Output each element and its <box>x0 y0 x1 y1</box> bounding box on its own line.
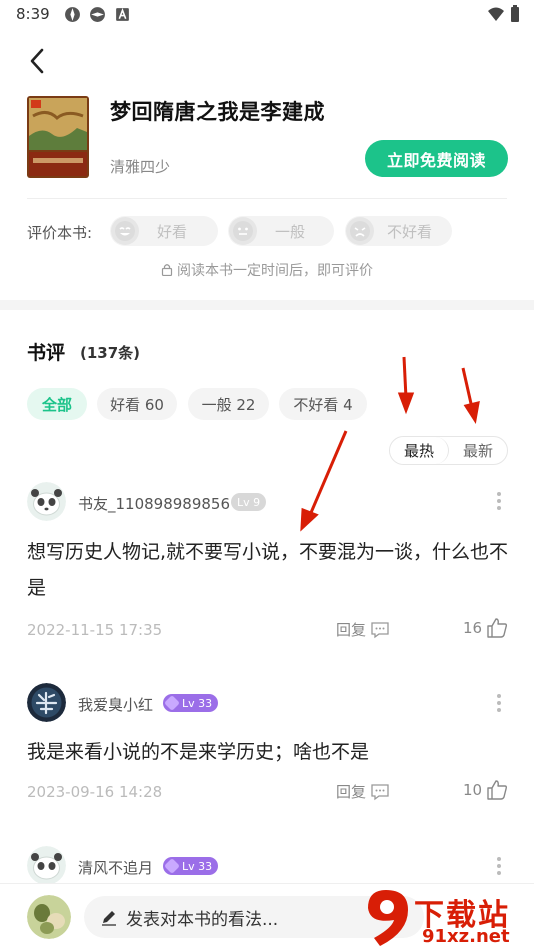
more-options-icon[interactable] <box>492 490 506 512</box>
rate-bad-label: 不好看 <box>387 222 433 241</box>
avatar[interactable] <box>27 846 66 885</box>
review-date: 2022-11-15 17:35 <box>27 621 163 639</box>
status-bar: 8:39 <box>0 0 534 28</box>
thumbs-up-icon <box>487 780 508 800</box>
rate-neutral-label: 一般 <box>275 222 306 241</box>
comment-icon <box>371 783 389 800</box>
pencil-icon <box>102 911 116 926</box>
comment-icon <box>371 621 389 638</box>
filter-bad[interactable]: 不好看 4 <box>279 388 367 420</box>
divider <box>27 198 507 199</box>
reply-label: 回复 <box>336 621 367 639</box>
filter-neutral[interactable]: 一般 22 <box>188 388 269 420</box>
app-notification-icon <box>64 6 80 22</box>
read-free-button[interactable]: 立即免费阅读 <box>365 140 508 177</box>
rate-neutral-button[interactable]: 一般 <box>228 216 334 246</box>
watermark-bottom: 91xz.net <box>422 926 510 947</box>
rate-bad-button[interactable]: 不好看 <box>345 216 452 246</box>
filter-all[interactable]: 全部 <box>27 388 87 420</box>
avatar[interactable] <box>27 683 66 722</box>
level-hex-icon <box>164 695 180 711</box>
reply-button[interactable]: 回复 <box>336 781 390 802</box>
level-badge: Lv 9 <box>231 493 267 511</box>
reviews-title: 书评 <box>27 342 66 364</box>
review-user-name[interactable]: 我爱臭小红 <box>78 694 153 715</box>
app-notification-icon <box>89 6 105 22</box>
filter-good[interactable]: 好看 60 <box>97 388 177 420</box>
review-user-name[interactable]: 书友_110898989856 <box>78 493 230 514</box>
level-hex-icon <box>164 858 180 874</box>
lock-icon <box>161 264 173 277</box>
review-text: 想写历史人物记,就不要写小说，不要混为一谈，什么也不是 <box>27 541 509 599</box>
battery-icon <box>511 5 519 22</box>
like-count: 10 <box>463 781 483 799</box>
review-date: 2023-09-16 14:28 <box>27 783 163 801</box>
more-options-icon[interactable] <box>492 692 506 714</box>
review-text: 我是来看小说的不是来学历史；啥也不是 <box>27 741 370 763</box>
more-options-icon[interactable] <box>492 855 506 877</box>
watermark-logo-icon <box>368 890 408 946</box>
site-watermark: 下载站 91xz.net <box>354 886 534 950</box>
book-author[interactable]: 清雅四少 <box>110 156 170 177</box>
like-count: 16 <box>463 619 483 637</box>
level-text: Lv 33 <box>182 859 213 873</box>
like-button[interactable]: 10 <box>463 779 508 801</box>
sort-hot[interactable]: 最热 <box>390 437 449 464</box>
sad-face-icon <box>346 217 374 245</box>
comment-placeholder: 发表对本书的看法... <box>126 909 279 930</box>
rate-good-button[interactable]: 好看 <box>110 216 218 246</box>
reply-button[interactable]: 回复 <box>336 619 390 640</box>
a-notification-icon <box>115 7 129 21</box>
reviews-count: (137条) <box>80 344 141 362</box>
wifi-icon <box>488 7 504 21</box>
reply-label: 回复 <box>336 783 367 801</box>
level-badge: Lv 33 <box>163 857 219 875</box>
sort-new[interactable]: 最新 <box>449 437 507 464</box>
status-time: 8:39 <box>16 5 50 23</box>
book-cover-image <box>27 96 89 178</box>
book-title: 梦回隋唐之我是李建成 <box>110 100 325 124</box>
level-text: Lv 33 <box>182 696 213 710</box>
sort-toggle: 最热 最新 <box>389 436 508 465</box>
smile-face-icon <box>111 217 139 245</box>
level-badge: Lv 33 <box>163 694 219 712</box>
neutral-face-icon <box>229 217 257 245</box>
like-button[interactable]: 16 <box>463 617 508 639</box>
book-cover[interactable] <box>27 96 89 178</box>
rate-label: 评价本书: <box>27 224 93 242</box>
review-user-name[interactable]: 清风不追月 <box>78 857 153 878</box>
my-avatar[interactable] <box>27 895 71 939</box>
rate-good-label: 好看 <box>157 222 188 241</box>
rate-hint: 阅读本书一定时间后，即可评价 <box>0 260 534 280</box>
rate-hint-text: 阅读本书一定时间后，即可评价 <box>177 263 373 279</box>
thumbs-up-icon <box>487 618 508 638</box>
avatar[interactable] <box>27 482 66 521</box>
back-arrow-icon[interactable] <box>24 44 54 78</box>
section-divider <box>0 300 534 310</box>
